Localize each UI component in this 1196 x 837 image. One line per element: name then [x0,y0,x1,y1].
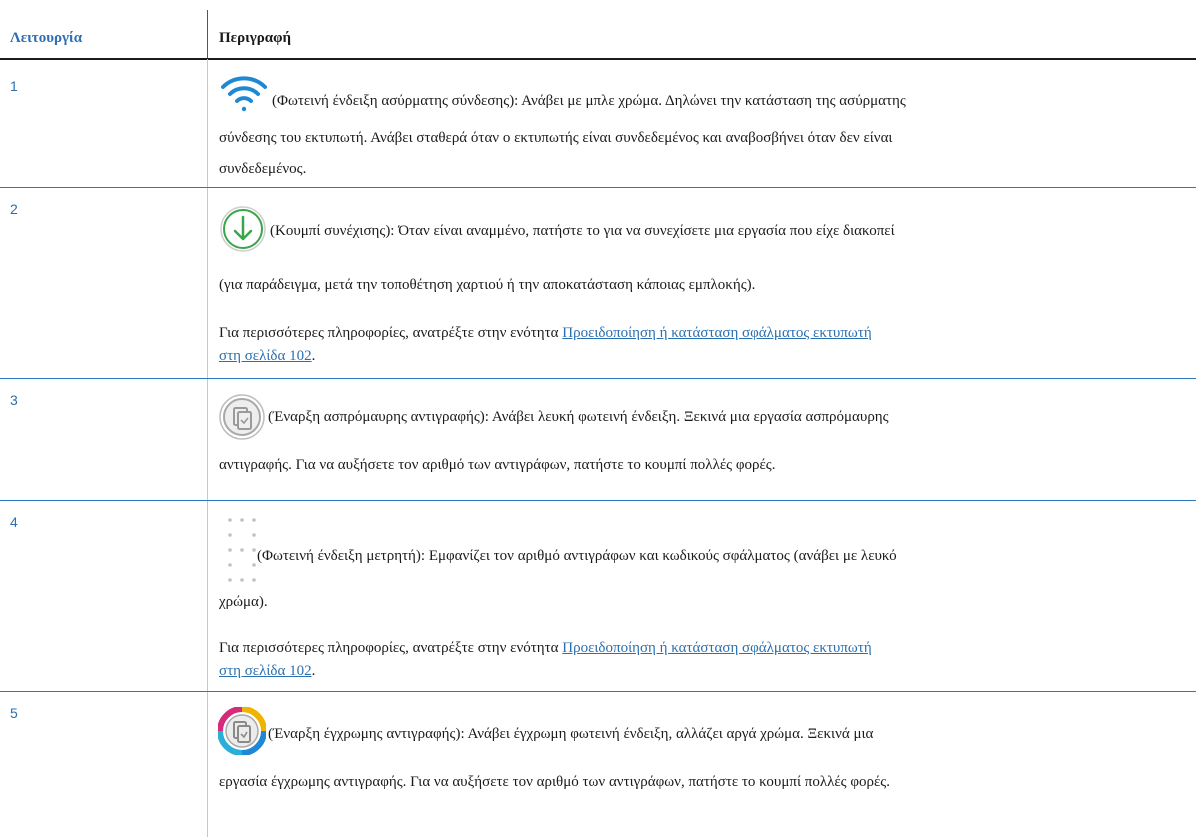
wireless-icon [221,76,267,112]
table-row: 4 (Φωτεινή ένδειξη μετρητή): Εμφανίζει τ… [0,501,1196,692]
row-text-line: χρώμα). [219,594,268,610]
row-text-line: (Έναρξη έγχρωμης αντιγραφής): Ανάβει έγχ… [268,726,874,742]
row-text-line: (Φωτεινή ένδειξη ασύρματης σύνδεσης): Αν… [272,93,906,109]
more-info-line: Για περισσότερες πληροφορίες, ανατρέξτε … [219,639,872,657]
table-row: 3 (Έναρξη ασπρόμαυρης αντιγραφής): Ανάβε… [0,379,1196,501]
row-text-line: (για παράδειγμα, μετά την τοποθέτηση χαρ… [219,277,756,293]
row-text-line: εργασία έγχρωμης αντιγραφής. Για να αυξή… [219,774,890,790]
more-info-line: στη σελίδα 102. [219,348,316,364]
bw-copy-icon [219,394,265,440]
resume-download-icon [220,206,266,252]
row-text-line: σύνδεσης του εκτυπωτή. Ανάβει σταθερά ότ… [219,130,893,146]
row-text-line: συνδεδεμένος. [219,161,307,177]
table-row: 5 (Έναρξη έγχρωμης αντιγραφής): Ανάβει έ… [0,692,1196,837]
table-row: 1 (Φωτεινή ένδειξη ασύρματης σύνδεσης): … [0,59,1196,188]
table-row: 2 (Κουμπί συνέχισης): Όταν είναι αναμμέν… [0,188,1196,379]
column-divider [207,692,208,837]
table-header: Λειτουργία Περιγραφή [0,0,1196,60]
page-reference-link[interactable]: στη σελίδα 102 [219,663,312,679]
column-divider [207,379,208,500]
row-text-line: (Φωτεινή ένδειξη μετρητή): Εμφανίζει τον… [257,548,897,564]
row-number: 1 [10,78,18,94]
color-copy-icon [218,707,266,755]
more-info-text: Για περισσότερες πληροφορίες, ανατρέξτε … [219,640,563,656]
error-status-link[interactable]: Προειδοποίηση ή κατάσταση σφάλματος εκτυ… [562,325,871,341]
row-text-line: αντιγραφής. Για να αυξήσετε τον αριθμό τ… [219,457,776,473]
more-info-line: Για περισσότερες πληροφορίες, ανατρέξτε … [219,324,872,342]
row-number: 5 [10,705,18,721]
counter-display-icon [228,518,256,582]
row-text-line: (Κουμπί συνέχισης): Όταν είναι αναμμένο,… [270,223,895,239]
header-description: Περιγραφή [219,30,292,46]
more-info-text: Για περισσότερες πληροφορίες, ανατρέξτε … [219,325,563,341]
header-divider [207,10,208,58]
row-text-line: (Έναρξη ασπρόμαυρης αντιγραφής): Ανάβει … [268,409,889,425]
page-reference-link[interactable]: στη σελίδα 102 [219,348,312,364]
error-status-link[interactable]: Προειδοποίηση ή κατάσταση σφάλματος εκτυ… [562,640,871,656]
row-number: 4 [10,514,18,530]
column-divider [207,188,208,378]
column-divider [207,59,208,187]
more-info-line: στη σελίδα 102. [219,663,316,679]
column-divider [207,501,208,691]
row-number: 2 [10,201,18,217]
header-function: Λειτουργία [10,30,83,46]
row-number: 3 [10,392,18,408]
